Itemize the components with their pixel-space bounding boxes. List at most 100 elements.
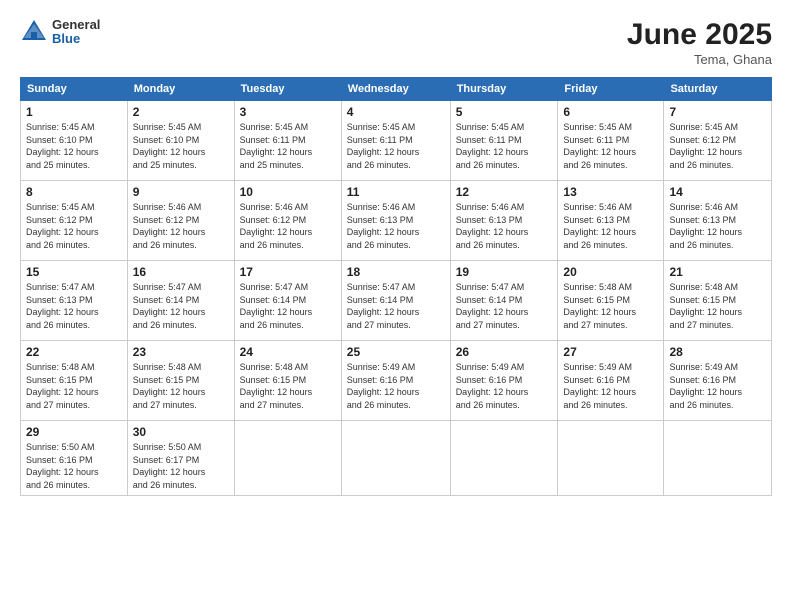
calendar-cell: 29 Sunrise: 5:50 AM Sunset: 6:16 PM Dayli…: [21, 421, 128, 496]
day-info: Sunrise: 5:46 AM Sunset: 6:13 PM Dayligh…: [347, 201, 445, 251]
day-header-friday: Friday: [558, 78, 664, 101]
day-info: Sunrise: 5:46 AM Sunset: 6:13 PM Dayligh…: [456, 201, 553, 251]
day-info: Sunrise: 5:45 AM Sunset: 6:10 PM Dayligh…: [26, 121, 122, 171]
day-info: Sunrise: 5:45 AM Sunset: 6:11 PM Dayligh…: [240, 121, 336, 171]
calendar-cell: 26 Sunrise: 5:49 AM Sunset: 6:16 PM Dayli…: [450, 341, 558, 421]
day-number: 27: [563, 345, 658, 359]
day-number: 28: [669, 345, 766, 359]
day-info: Sunrise: 5:50 AM Sunset: 6:16 PM Dayligh…: [26, 441, 122, 491]
day-number: 9: [133, 185, 229, 199]
day-info: Sunrise: 5:47 AM Sunset: 6:14 PM Dayligh…: [456, 281, 553, 331]
day-number: 15: [26, 265, 122, 279]
calendar-cell: 20 Sunrise: 5:48 AM Sunset: 6:15 PM Dayli…: [558, 261, 664, 341]
day-number: 20: [563, 265, 658, 279]
day-info: Sunrise: 5:49 AM Sunset: 6:16 PM Dayligh…: [456, 361, 553, 411]
day-number: 3: [240, 105, 336, 119]
day-number: 26: [456, 345, 553, 359]
day-info: Sunrise: 5:48 AM Sunset: 6:15 PM Dayligh…: [26, 361, 122, 411]
day-number: 19: [456, 265, 553, 279]
day-number: 21: [669, 265, 766, 279]
logo-icon: [20, 18, 48, 46]
day-info: Sunrise: 5:50 AM Sunset: 6:17 PM Dayligh…: [133, 441, 229, 491]
day-number: 25: [347, 345, 445, 359]
calendar-cell: 28 Sunrise: 5:49 AM Sunset: 6:16 PM Dayli…: [664, 341, 772, 421]
day-number: 10: [240, 185, 336, 199]
calendar-cell: 11 Sunrise: 5:46 AM Sunset: 6:13 PM Dayli…: [341, 181, 450, 261]
header-row: SundayMondayTuesdayWednesdayThursdayFrid…: [21, 78, 772, 101]
day-number: 23: [133, 345, 229, 359]
calendar-cell: 23 Sunrise: 5:48 AM Sunset: 6:15 PM Dayli…: [127, 341, 234, 421]
calendar-cell: 1 Sunrise: 5:45 AM Sunset: 6:10 PM Daylig…: [21, 101, 128, 181]
calendar-cell: 27Sunrise: 5:49 AM Sunset: 6:16 PM Dayli…: [558, 341, 664, 421]
calendar-cell: [558, 421, 664, 496]
day-info: Sunrise: 5:48 AM Sunset: 6:15 PM Dayligh…: [563, 281, 658, 331]
calendar-cell: 10Sunrise: 5:46 AM Sunset: 6:12 PM Dayli…: [234, 181, 341, 261]
day-info: Sunrise: 5:45 AM Sunset: 6:12 PM Dayligh…: [26, 201, 122, 251]
day-info: Sunrise: 5:47 AM Sunset: 6:14 PM Dayligh…: [133, 281, 229, 331]
day-number: 30: [133, 425, 229, 439]
page: General Blue June 2025 Tema, Ghana Sunda…: [0, 0, 792, 612]
calendar-body: 1 Sunrise: 5:45 AM Sunset: 6:10 PM Daylig…: [21, 101, 772, 496]
calendar-table: SundayMondayTuesdayWednesdayThursdayFrid…: [20, 77, 772, 496]
day-info: Sunrise: 5:47 AM Sunset: 6:14 PM Dayligh…: [347, 281, 445, 331]
calendar-cell: [341, 421, 450, 496]
calendar-cell: 21 Sunrise: 5:48 AM Sunset: 6:15 PM Dayli…: [664, 261, 772, 341]
day-info: Sunrise: 5:47 AM Sunset: 6:13 PM Dayligh…: [26, 281, 122, 331]
calendar-cell: 12 Sunrise: 5:46 AM Sunset: 6:13 PM Dayli…: [450, 181, 558, 261]
calendar-cell: [664, 421, 772, 496]
calendar-cell: 25Sunrise: 5:49 AM Sunset: 6:16 PM Dayli…: [341, 341, 450, 421]
day-info: Sunrise: 5:45 AM Sunset: 6:12 PM Dayligh…: [669, 121, 766, 171]
day-number: 11: [347, 185, 445, 199]
calendar-cell: 19 Sunrise: 5:47 AM Sunset: 6:14 PM Dayli…: [450, 261, 558, 341]
day-number: 29: [26, 425, 122, 439]
calendar-cell: [234, 421, 341, 496]
day-info: Sunrise: 5:45 AM Sunset: 6:11 PM Dayligh…: [563, 121, 658, 171]
calendar-cell: 30 Sunrise: 5:50 AM Sunset: 6:17 PM Dayli…: [127, 421, 234, 496]
calendar-cell: [450, 421, 558, 496]
day-number: 13: [563, 185, 658, 199]
day-info: Sunrise: 5:47 AM Sunset: 6:14 PM Dayligh…: [240, 281, 336, 331]
calendar-header: SundayMondayTuesdayWednesdayThursdayFrid…: [21, 78, 772, 101]
calendar-cell: 5Sunrise: 5:45 AM Sunset: 6:11 PM Daylig…: [450, 101, 558, 181]
day-info: Sunrise: 5:45 AM Sunset: 6:10 PM Dayligh…: [133, 121, 229, 171]
day-number: 8: [26, 185, 122, 199]
day-number: 22: [26, 345, 122, 359]
header: General Blue June 2025 Tema, Ghana: [20, 18, 772, 67]
calendar-cell: 17 Sunrise: 5:47 AM Sunset: 6:14 PM Dayli…: [234, 261, 341, 341]
title-block: June 2025 Tema, Ghana: [627, 18, 772, 67]
week-row-4: 22 Sunrise: 5:48 AM Sunset: 6:15 PM Dayli…: [21, 341, 772, 421]
day-header-sunday: Sunday: [21, 78, 128, 101]
calendar-cell: 13 Sunrise: 5:46 AM Sunset: 6:13 PM Dayli…: [558, 181, 664, 261]
calendar-cell: 9Sunrise: 5:46 AM Sunset: 6:12 PM Daylig…: [127, 181, 234, 261]
calendar-cell: 18Sunrise: 5:47 AM Sunset: 6:14 PM Dayli…: [341, 261, 450, 341]
week-row-2: 8 Sunrise: 5:45 AM Sunset: 6:12 PM Daylig…: [21, 181, 772, 261]
calendar-cell: 7Sunrise: 5:45 AM Sunset: 6:12 PM Daylig…: [664, 101, 772, 181]
calendar-cell: 2 Sunrise: 5:45 AM Sunset: 6:10 PM Daylig…: [127, 101, 234, 181]
day-number: 1: [26, 105, 122, 119]
week-row-5: 29 Sunrise: 5:50 AM Sunset: 6:16 PM Dayli…: [21, 421, 772, 496]
calendar-cell: 3 Sunrise: 5:45 AM Sunset: 6:11 PM Daylig…: [234, 101, 341, 181]
day-info: Sunrise: 5:48 AM Sunset: 6:15 PM Dayligh…: [240, 361, 336, 411]
day-number: 14: [669, 185, 766, 199]
day-number: 6: [563, 105, 658, 119]
day-info: Sunrise: 5:48 AM Sunset: 6:15 PM Dayligh…: [133, 361, 229, 411]
day-info: Sunrise: 5:48 AM Sunset: 6:15 PM Dayligh…: [669, 281, 766, 331]
day-number: 17: [240, 265, 336, 279]
calendar-cell: 16Sunrise: 5:47 AM Sunset: 6:14 PM Dayli…: [127, 261, 234, 341]
logo-general-text: General: [52, 18, 100, 32]
day-number: 12: [456, 185, 553, 199]
calendar-cell: 22 Sunrise: 5:48 AM Sunset: 6:15 PM Dayli…: [21, 341, 128, 421]
logo: General Blue: [20, 18, 100, 47]
logo-blue-text: Blue: [52, 32, 100, 46]
day-info: Sunrise: 5:45 AM Sunset: 6:11 PM Dayligh…: [347, 121, 445, 171]
month-year-title: June 2025: [627, 18, 772, 52]
day-info: Sunrise: 5:45 AM Sunset: 6:11 PM Dayligh…: [456, 121, 553, 171]
day-info: Sunrise: 5:49 AM Sunset: 6:16 PM Dayligh…: [669, 361, 766, 411]
day-number: 2: [133, 105, 229, 119]
day-info: Sunrise: 5:46 AM Sunset: 6:13 PM Dayligh…: [563, 201, 658, 251]
calendar-cell: 15 Sunrise: 5:47 AM Sunset: 6:13 PM Dayli…: [21, 261, 128, 341]
week-row-3: 15 Sunrise: 5:47 AM Sunset: 6:13 PM Dayli…: [21, 261, 772, 341]
day-header-saturday: Saturday: [664, 78, 772, 101]
week-row-1: 1 Sunrise: 5:45 AM Sunset: 6:10 PM Daylig…: [21, 101, 772, 181]
calendar-cell: 6 Sunrise: 5:45 AM Sunset: 6:11 PM Daylig…: [558, 101, 664, 181]
